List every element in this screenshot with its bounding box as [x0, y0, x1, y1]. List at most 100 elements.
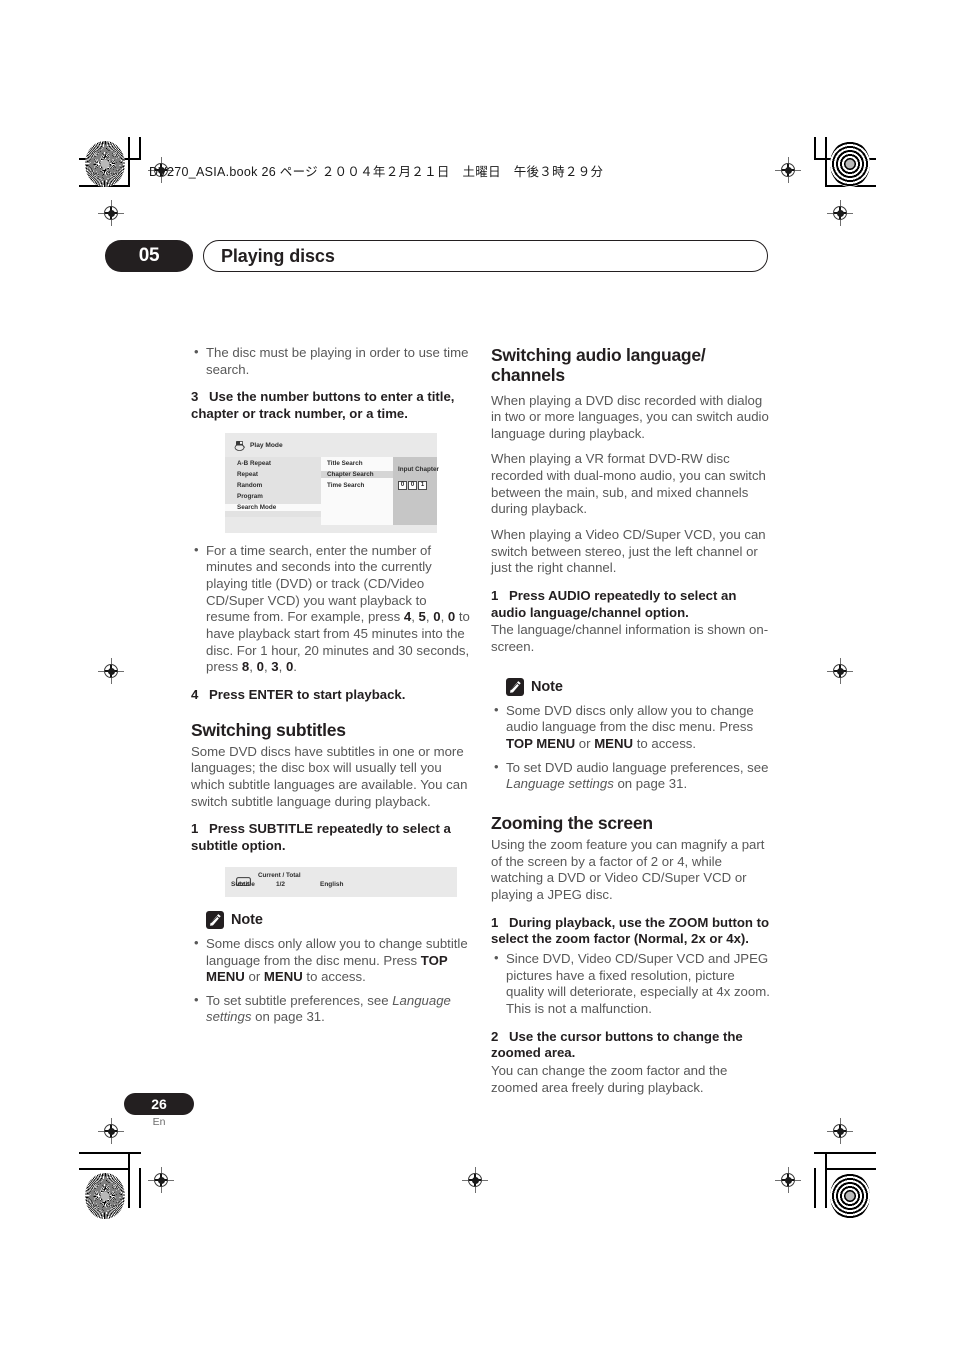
note-aud-b1-top-menu: TOP MENU	[506, 735, 576, 751]
key-8: 8	[241, 659, 250, 675]
note-bullets-audio: Some DVD discs only allow you to change …	[491, 702, 771, 793]
crop-mark-top-left-v2	[139, 137, 141, 158]
registration-mark-top-inner-right	[775, 157, 801, 183]
audio-step-1-text: Press AUDIO repeatedly to select an audi…	[491, 587, 737, 620]
note-aud-b1-menu: MENU	[594, 735, 634, 751]
osd-digit-1[interactable]: 0	[398, 480, 407, 490]
osd-menu-item-program[interactable]: Program	[237, 493, 263, 500]
osd-digit-2[interactable]: 0	[408, 480, 417, 490]
zoom-step-1-bullets: Since DVD, Video CD/Super VCD and JPEG p…	[491, 950, 771, 1018]
registration-mark-bottom-inner-right	[775, 1167, 801, 1193]
key-0c: 0	[256, 659, 264, 675]
note-sub-b1-menu: MENU	[263, 969, 303, 985]
heading-switching-audio: Switching audio language/ channels	[491, 345, 706, 386]
note-sub-b2-p1: To set subtitle preferences, see	[206, 992, 393, 1008]
audio-step-1: 1 Press AUDIO repeatedly to select an aud…	[491, 588, 771, 622]
list-item: To set subtitle preferences, see Languag…	[191, 992, 471, 1026]
zoom-step-2-text: Use the cursor buttons to change the zoo…	[491, 1028, 743, 1061]
step-4-text: Press ENTER to start playback.	[209, 686, 406, 702]
chapter-number-badge: 05	[105, 240, 193, 272]
registration-mark-left-lower	[98, 1118, 124, 1144]
crop-mark-bottom-right-h2	[825, 1168, 876, 1170]
osd-menu-item-search-mode[interactable]: Search Mode	[225, 503, 321, 511]
osd-subtitle-row-label: Subtitle	[231, 880, 255, 888]
right-column: Switching audio language/ channels When …	[491, 345, 771, 1105]
list-item: Some DVD discs only allow you to change …	[491, 702, 771, 753]
osd-menu-item-time-search[interactable]: Time Search	[327, 482, 364, 489]
osd-digit-3[interactable]: 1	[418, 480, 427, 490]
note-aud-b2-p1: To set DVD audio language preferences, s…	[506, 759, 769, 775]
intro-bullet-list: The disc must be playing in order to use…	[191, 344, 471, 378]
osd-chapter-digits[interactable]: 0 0 1	[398, 480, 427, 490]
registration-mark-right-middle	[827, 658, 853, 684]
pencil-note-icon	[506, 677, 524, 696]
crop-mark-bottom-left-v1	[128, 1152, 130, 1208]
switching-subtitles-body: Some DVD discs have subtitles in one or …	[191, 743, 468, 809]
note-label-subtitles: Note	[231, 911, 263, 928]
crop-mark-bottom-left-v2	[139, 1168, 141, 1208]
note-sub-b1-p2: or	[244, 969, 264, 985]
key-0a: 0	[433, 609, 441, 625]
crop-mark-bottom-right-v2	[814, 1168, 816, 1208]
key-4: 4	[403, 609, 412, 625]
subtitles-step-1-number: 1	[191, 821, 199, 837]
crop-mark-bottom-right-v1	[825, 1152, 827, 1208]
osd-menu-item-ab-repeat[interactable]: A-B Repeat	[237, 460, 271, 467]
heading-switching-subtitles: Switching subtitles	[191, 719, 346, 740]
note-sub-b2-p2: on page 31.	[251, 1009, 325, 1025]
subtitles-step-1-text: Press SUBTITLE repeatedly to select a su…	[191, 821, 451, 854]
note-header-subtitles: Note	[206, 910, 471, 929]
subtitles-step-1: 1 Press SUBTITLE repeatedly to select a s…	[191, 821, 471, 855]
osd-menu-column-2[interactable]: Title Search Chapter Search Time Search	[321, 456, 393, 525]
crop-mark-bottom-left-h2	[79, 1168, 130, 1170]
note-aud-b2-ref: Language settings	[506, 776, 614, 792]
osd-current-total-label: Current / Total	[258, 871, 301, 879]
zoom-step-1-text: During playback, use the ZOOM button to …	[491, 914, 770, 947]
crop-mark-bottom-left-h1	[79, 1152, 141, 1154]
osd-play-mode-title: Play Mode	[250, 441, 283, 449]
osd-play-mode-panel: Play Mode A-B Repeat Repeat Random Progr…	[225, 432, 439, 533]
step-4-number: 4	[191, 686, 199, 702]
page-number-badge: 26	[124, 1093, 194, 1115]
crop-mark-bottom-right-h1	[814, 1152, 876, 1154]
osd-menu-item-title-search[interactable]: Title Search	[327, 460, 363, 467]
note-label-audio: Note	[531, 678, 563, 695]
osd-menu-item-repeat[interactable]: Repeat	[237, 471, 258, 478]
osd-play-mode-titlebar: Play Mode	[234, 440, 283, 451]
step-4: 4 Press ENTER to start playback.	[191, 687, 471, 704]
heading-zooming-the-screen: Zooming the screen	[491, 812, 653, 833]
time-search-prefix: For a time search, enter the number of m…	[206, 542, 432, 625]
note-aud-b2-p2: on page 31.	[613, 776, 688, 792]
zoom-step-1-number: 1	[491, 914, 499, 930]
book-file-header: DV270_ASIA.book 26 ページ ２００４年２月２１日 土曜日 午後…	[149, 165, 604, 179]
page-title: Playing discs	[221, 245, 335, 266]
list-item: For a time search, enter the number of m…	[191, 542, 471, 676]
note-bullets-subtitles: Some discs only allow you to change subt…	[191, 935, 471, 1026]
step-3-number: 3	[191, 389, 199, 405]
zoom-step-2-number: 2	[491, 1028, 499, 1044]
osd-menu-item-chapter-search[interactable]: Chapter Search	[321, 470, 393, 478]
osd-menu-item-random[interactable]: Random	[237, 482, 262, 489]
osd-input-chapter-label: Input Chapter	[398, 465, 439, 473]
moire-target-top-right	[830, 141, 870, 187]
registration-mark-left-middle	[98, 658, 124, 684]
crop-mark-top-left-v1	[128, 137, 130, 185]
note-sub-b1-p3: to access.	[302, 969, 366, 985]
moire-target-top-left	[85, 141, 125, 187]
list-item: Since DVD, Video CD/Super VCD and JPEG p…	[491, 950, 771, 1018]
zoom-step-2-body: You can change the zoom factor and the z…	[491, 1063, 728, 1095]
zoom-step-2: 2 Use the cursor buttons to change the zo…	[491, 1029, 771, 1063]
time-search-suffix: .	[293, 659, 297, 675]
moire-target-bottom-right	[830, 1173, 870, 1219]
crop-mark-top-right-v2	[814, 137, 816, 158]
key-5: 5	[418, 609, 426, 625]
note-aud-b1-p2: or	[575, 735, 595, 751]
osd-input-panel: Input Chapter 0 0 1	[393, 456, 439, 525]
registration-mark-bottom-inner-left	[148, 1167, 174, 1193]
osd-menu-column-1[interactable]: A-B Repeat Repeat Random Program Search …	[225, 456, 321, 517]
osd-subtitle-bar: Current / Total Subtitle 1/2 English	[225, 866, 457, 897]
list-item: To set DVD audio language preferences, s…	[491, 758, 771, 793]
switching-audio-para-1: When playing a DVD disc recorded with di…	[491, 392, 769, 441]
list-item: Some discs only allow you to change subt…	[191, 935, 471, 986]
disc-play-mode-icon	[234, 440, 246, 451]
